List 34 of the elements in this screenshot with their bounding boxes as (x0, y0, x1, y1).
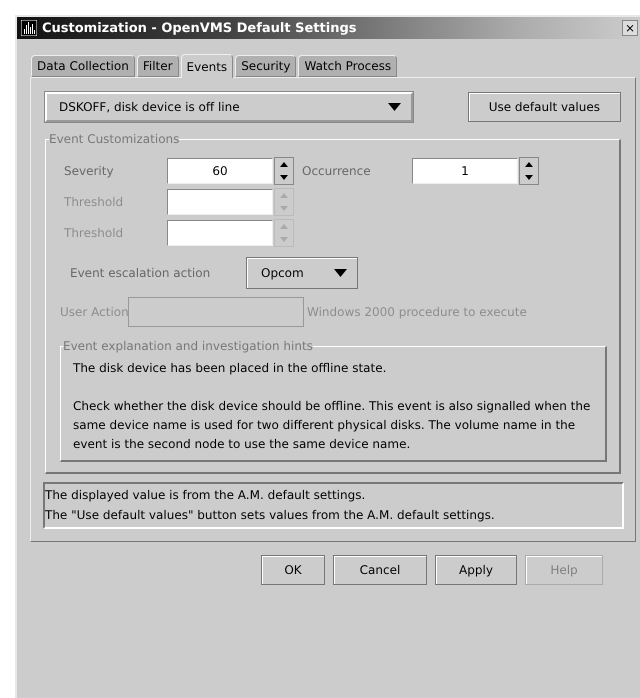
event-dropdown[interactable]: DSKOFF, disk device is off line (45, 92, 413, 122)
spinner-arrows[interactable] (519, 156, 539, 184)
dialog-button[interactable]: OK (261, 555, 325, 585)
escalation-dropdown[interactable]: Opcom (246, 257, 358, 289)
dialog-button[interactable]: Cancel (333, 555, 427, 585)
default-values-button[interactable]: Use default values (468, 92, 621, 122)
field-label: Threshold (64, 194, 124, 208)
bar-chart-icon (21, 20, 37, 36)
field-label: Severity (64, 164, 115, 178)
status-line: The displayed value is from the A.M. default settings. (45, 487, 366, 504)
field-hint: Windows 2000 procedure to execute (307, 305, 527, 319)
tab[interactable]: Watch Process (298, 55, 398, 77)
field-label: Threshold (64, 226, 124, 240)
tab[interactable]: Filter (136, 55, 179, 77)
caret-icon (388, 103, 401, 111)
spinner-arrows[interactable] (274, 156, 294, 184)
field-label: User Action (60, 305, 128, 319)
field-label: Occurrence (301, 164, 372, 178)
close-button[interactable]: × (622, 20, 638, 36)
window-title: Customization - OpenVMS Default Settings (42, 20, 358, 36)
number-field[interactable]: 60 (167, 158, 273, 184)
hint-paragraph: The disk device has been placed in the offline state. (73, 360, 388, 377)
dialog-button[interactable]: Apply (435, 555, 517, 585)
hint-paragraph: Check whether the disk device should be offline. This event is also signalled when the same device name is used for two different physical disks. The volume name in the event is the second node to use the same device name. (73, 398, 592, 453)
tab[interactable]: Security (235, 55, 296, 77)
status-line: The "Use default values" button sets values from the A.M. default settings. (45, 507, 496, 524)
caret-icon (334, 269, 347, 277)
number-field[interactable]: 1 (412, 158, 518, 184)
tab[interactable]: Events (180, 54, 234, 78)
tab[interactable]: Data Collection (31, 55, 135, 77)
group-title: Event explanation and investigation hints (63, 339, 313, 353)
user-action-field[interactable] (128, 297, 304, 327)
field-label: Event escalation action (70, 266, 212, 280)
group-title: Event Customizations (49, 132, 180, 146)
